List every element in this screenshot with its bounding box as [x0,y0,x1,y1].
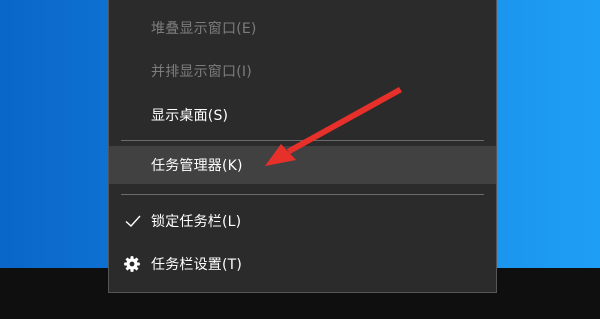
menu-separator [121,140,484,141]
menu-item-cascade-windows: 堆叠显示窗口(E) [109,9,496,47]
taskbar-context-menu: 堆叠显示窗口(E) 并排显示窗口(I) 显示桌面(S) 任务管理器(K) 锁定任… [108,0,497,293]
menu-item-label: 任务栏设置(T) [151,257,243,273]
menu-item-label: 显示桌面(S) [151,108,229,124]
menu-item-show-desktop[interactable]: 显示桌面(S) [109,96,496,134]
menu-item-task-manager[interactable]: 任务管理器(K) [109,146,496,184]
gear-icon [124,256,140,272]
checkmark-icon [125,215,141,227]
menu-separator [121,194,484,195]
menu-item-label: 并排显示窗口(I) [151,64,252,80]
menu-item-taskbar-settings[interactable]: 任务栏设置(T) [109,245,496,283]
menu-item-side-by-side-windows: 并排显示窗口(I) [109,52,496,90]
menu-item-lock-taskbar[interactable]: 锁定任务栏(L) [109,202,496,240]
menu-item-label: 任务管理器(K) [151,158,243,174]
desktop-background: 堆叠显示窗口(E) 并排显示窗口(I) 显示桌面(S) 任务管理器(K) 锁定任… [0,0,600,319]
menu-item-label: 锁定任务栏(L) [151,214,242,230]
menu-item-label: 堆叠显示窗口(E) [151,21,257,37]
